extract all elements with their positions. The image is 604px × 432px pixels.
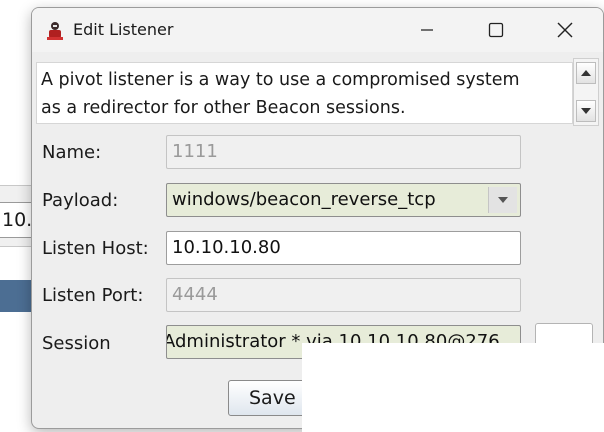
maximize-icon — [488, 22, 504, 38]
description-text: A pivot listener is a way to use a compr… — [41, 66, 561, 122]
title-bar[interactable]: Edit Listener — [32, 8, 603, 52]
overlay-blank-area — [302, 343, 604, 432]
dialog-title: Edit Listener — [73, 20, 174, 39]
close-button[interactable] — [531, 8, 599, 52]
description-line-1: A pivot listener is a way to use a compr… — [41, 70, 520, 90]
name-field[interactable]: 1111 — [166, 135, 521, 169]
listen-host-label: Listen Host: — [42, 238, 149, 259]
arrow-up-icon — [581, 70, 591, 76]
name-label: Name: — [42, 142, 102, 163]
payload-select[interactable]: windows/beacon_reverse_tcp — [166, 183, 521, 217]
description-scrollbar[interactable] — [573, 58, 599, 126]
arrow-down-icon — [581, 108, 591, 114]
minimize-icon — [421, 29, 433, 31]
cobalt-strike-icon — [47, 22, 63, 40]
scroll-down-button[interactable] — [576, 100, 596, 122]
session-label: Session — [42, 333, 111, 354]
payload-label: Payload: — [42, 190, 119, 211]
listen-host-input[interactable]: 10.10.10.80 — [166, 231, 521, 265]
description-line-2: as a redirector for other Beacon session… — [41, 98, 406, 118]
payload-selected-value: windows/beacon_reverse_tcp — [172, 189, 436, 210]
maximize-button[interactable] — [462, 8, 530, 52]
listen-port-label: Listen Port: — [42, 285, 144, 306]
description-textarea[interactable]: A pivot listener is a way to use a compr… — [36, 62, 573, 124]
payload-dropdown-button[interactable] — [488, 187, 517, 213]
minimize-button[interactable] — [393, 8, 461, 52]
listen-port-field[interactable]: 4444 — [166, 278, 521, 312]
close-icon — [557, 22, 573, 38]
chevron-down-icon — [498, 197, 508, 203]
scroll-up-button[interactable] — [576, 62, 596, 84]
